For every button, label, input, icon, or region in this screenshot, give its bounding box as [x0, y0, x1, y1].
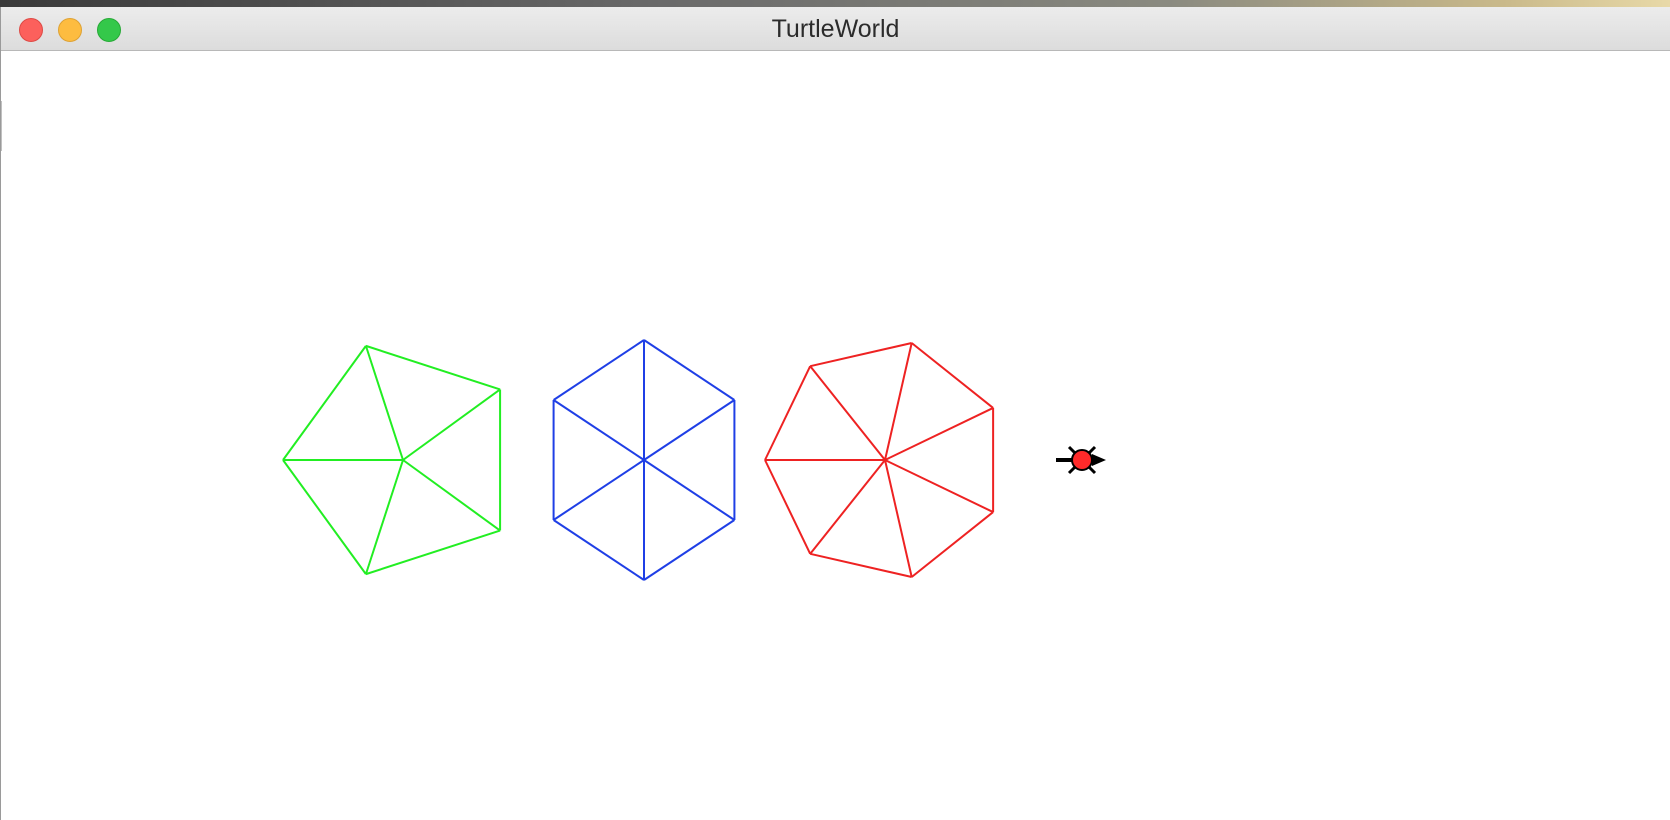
heptagon-edge [911, 342, 994, 409]
heptagon-spoke [884, 342, 913, 461]
hexagon-shape [552, 339, 736, 581]
heptagon-edge [764, 365, 812, 461]
hexagon-edge [553, 339, 645, 401]
heptagon-edge [809, 552, 912, 578]
turtleworld-window: TurtleWorld [0, 7, 1670, 820]
heptagon-edge [911, 511, 994, 578]
hexagon-spoke [643, 459, 735, 521]
hexagon-edge [643, 519, 735, 581]
turtle-head [1092, 454, 1106, 466]
pentagon-edge [365, 344, 501, 391]
pentagon-edge [282, 345, 367, 461]
pentagon-edge [282, 459, 367, 575]
turtle-canvas[interactable] [1, 51, 1670, 820]
window-titlebar[interactable]: TurtleWorld [1, 7, 1670, 51]
hexagon-spoke [643, 399, 735, 461]
hexagon-edge [553, 519, 645, 581]
pentagon-spoke [364, 459, 404, 575]
drawing-surface [282, 339, 1106, 581]
pentagon-shape [282, 344, 502, 576]
hexagon-spoke [553, 459, 645, 521]
heptagon-edge [809, 342, 912, 368]
hexagon-spoke [553, 399, 645, 461]
hexagon-edge [643, 339, 735, 401]
heptagon-edge [764, 459, 812, 555]
polygon-drawings [282, 339, 995, 581]
pentagon-spoke [364, 345, 404, 461]
turtle-icon [1056, 445, 1106, 475]
pentagon-spoke [402, 388, 501, 461]
pentagon-edge [365, 529, 501, 576]
heptagon-spoke [884, 407, 994, 461]
heptagon-spoke [884, 459, 913, 578]
turtle-body [1071, 449, 1093, 471]
heptagon-spoke [884, 459, 994, 513]
window-title: TurtleWorld [771, 15, 900, 43]
heptagon-spoke [809, 365, 886, 461]
heptagon-spoke [809, 459, 886, 555]
heptagon-shape [764, 342, 995, 578]
pentagon-spoke [402, 459, 501, 532]
